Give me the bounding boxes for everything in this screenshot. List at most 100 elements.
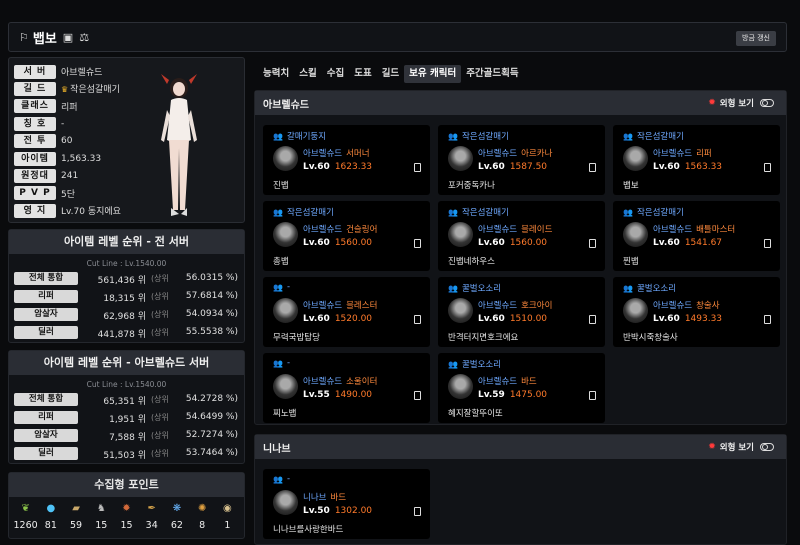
profile-value: 리퍼 bbox=[61, 100, 78, 113]
ranking-percent: 57.6814 %) bbox=[185, 291, 238, 301]
appearance-toggle[interactable]: ✹ 외형 보기 bbox=[708, 441, 774, 453]
tab-5[interactable]: 보유 캐릭터 bbox=[404, 65, 462, 83]
avatar bbox=[448, 146, 473, 171]
collection-item[interactable]: ✒ 34 bbox=[140, 502, 164, 531]
collection-item[interactable]: ◉ 1 bbox=[215, 502, 239, 531]
tab-6[interactable]: 주간골드획득 bbox=[461, 65, 523, 83]
card-server-class: 아브렐슈드 리퍼 bbox=[653, 147, 712, 159]
copy-icon[interactable] bbox=[589, 239, 596, 248]
ranking-value: 51,503 위 bbox=[103, 451, 146, 461]
character-card[interactable]: 👥 꿀벌오소리 아브렐슈드 바드 Lv.59 1475.00 혜지잘할뚜이또 bbox=[438, 353, 605, 423]
collection-item[interactable]: ● 81 bbox=[39, 502, 63, 531]
seed-icon: ❦ bbox=[21, 503, 30, 514]
ranking-label: 딜러 bbox=[14, 326, 78, 339]
card-nickname: 무력국밥탑당 bbox=[273, 333, 320, 343]
card-level: Lv.60 1587.50 bbox=[478, 162, 547, 172]
character-card[interactable]: 👥 꿀벌오소리 아브렐슈드 창술사 Lv.60 1493.33 반박시죽창술사 bbox=[613, 277, 780, 347]
bookmark-icon[interactable]: ⚐ bbox=[19, 31, 29, 44]
card-class: 블레이드 bbox=[521, 225, 553, 235]
card-item-level: 1560.00 bbox=[509, 238, 548, 248]
collection-item[interactable]: ❦ 1260 bbox=[14, 502, 38, 531]
appearance-toggle[interactable]: ✹ 외형 보기 bbox=[708, 97, 774, 109]
copy-icon[interactable] bbox=[764, 315, 771, 324]
guild-name: 꿀벌오소리 bbox=[461, 360, 502, 370]
tab-0[interactable]: 능력치 bbox=[258, 65, 294, 83]
character-card[interactable]: 👥 꿀벌오소리 아브렐슈드 호크아이 Lv.60 1510.00 반격터지면호크에요 bbox=[438, 277, 605, 347]
card-server: 아브렐슈드 bbox=[303, 149, 343, 159]
ranking-unit: (상위 bbox=[151, 310, 169, 319]
ranking-row: 리퍼 1,951 위 (상위 54.6499 %) bbox=[9, 409, 244, 426]
card-item-level: 1623.33 bbox=[334, 162, 373, 172]
collection-item[interactable]: ▰ 59 bbox=[64, 502, 88, 531]
card-nickname: 찐뱁 bbox=[623, 257, 639, 267]
toggle-switch-icon[interactable] bbox=[760, 443, 774, 451]
ranking-row: 리퍼 18,315 위 (상위 57.6814 %) bbox=[9, 288, 244, 305]
copy-icon[interactable] bbox=[414, 507, 421, 516]
avatar bbox=[273, 222, 298, 247]
guild-name: 작은섬갈매기 bbox=[461, 208, 509, 218]
collection-item[interactable]: ✺ 8 bbox=[190, 502, 214, 531]
character-card[interactable]: 👥 - 아브렐슈드 블레스터 Lv.60 1520.00 무력국밥탑당 bbox=[263, 277, 430, 347]
copy-icon[interactable] bbox=[589, 315, 596, 324]
tab-3[interactable]: 도표 bbox=[349, 65, 376, 83]
guild-members-icon: 👥 bbox=[448, 283, 458, 293]
card-server-class: 아브렐슈드 바드 bbox=[478, 375, 537, 387]
guild-name: 작은섬갈매기 bbox=[286, 208, 334, 218]
copy-icon[interactable] bbox=[414, 163, 421, 172]
profile-value: - bbox=[61, 119, 64, 129]
card-level-text: Lv.60 bbox=[478, 162, 505, 172]
profile-value-text: 리퍼 bbox=[61, 102, 78, 113]
avatar bbox=[448, 222, 473, 247]
character-card[interactable]: 👥 작은섬갈매기 아브렐슈드 블레이드 Lv.60 1560.00 진뱁네하우스 bbox=[438, 201, 605, 271]
card-guild: 👥 - bbox=[273, 358, 290, 368]
ranking-unit: (상위 bbox=[151, 431, 169, 440]
card-nickname: 찌노뱁 bbox=[273, 409, 297, 419]
ranking-unit: (상위 bbox=[151, 274, 169, 283]
card-class: 건슬링어 bbox=[346, 225, 378, 235]
collection-item[interactable]: ✹ 15 bbox=[114, 502, 138, 531]
id-card-icon[interactable]: ▣ bbox=[63, 31, 73, 44]
card-server: 아브렐슈드 bbox=[303, 377, 343, 387]
character-card[interactable]: 👥 - 아브렐슈드 소울이터 Lv.55 1490.00 찌노뱁 bbox=[263, 353, 430, 423]
ranking-value: 18,315 위 bbox=[103, 294, 146, 304]
guild-members-icon: 👥 bbox=[273, 358, 283, 368]
copy-icon[interactable] bbox=[589, 163, 596, 172]
ranking-row: 딜러 441,878 위 (상위 55.5538 %) bbox=[9, 324, 244, 341]
profile-value: ♛ 작은섬갈매기 bbox=[61, 82, 120, 95]
character-card[interactable]: 👥 작은섬갈매기 아브렐슈드 건슬링어 Lv.60 1560.00 총뱁 bbox=[263, 201, 430, 271]
character-card[interactable]: 👥 - 니나브 바드 Lv.50 1302.00 니나브를사랑한바드 bbox=[263, 469, 430, 539]
copy-icon[interactable] bbox=[764, 163, 771, 172]
character-card[interactable]: 👥 작은섬갈매기 아브렐슈드 배틀마스터 Lv.60 1541.67 찐뱁 bbox=[613, 201, 780, 271]
card-guild: 👥 작은섬갈매기 bbox=[623, 130, 684, 143]
copy-icon[interactable] bbox=[414, 239, 421, 248]
card-class: 블레스터 bbox=[346, 301, 378, 311]
ranking-label: 리퍼 bbox=[14, 411, 78, 424]
refresh-button[interactable]: 방금 갱신 bbox=[736, 31, 776, 46]
tab-1[interactable]: 스킬 bbox=[294, 65, 321, 83]
copy-icon[interactable] bbox=[414, 391, 421, 400]
toggle-switch-icon[interactable] bbox=[760, 99, 774, 107]
copy-icon[interactable] bbox=[414, 315, 421, 324]
ranking-value: 1,951 위 bbox=[109, 415, 146, 425]
card-server: 아브렐슈드 bbox=[478, 149, 518, 159]
scale-icon[interactable]: ⚖ bbox=[79, 31, 89, 44]
card-guild: 👥 작은섬갈매기 bbox=[273, 206, 334, 219]
guild-name: - bbox=[286, 282, 291, 292]
adventure-icon: ✒ bbox=[147, 503, 156, 514]
collection-item[interactable]: ♞ 15 bbox=[89, 502, 113, 531]
copy-icon[interactable] bbox=[764, 239, 771, 248]
ranking-server-title: 아이템 레벨 순위 - 아브렐슈드 서버 bbox=[9, 351, 244, 375]
header-bar: ⚐ 뱁보 ▣ ⚖ 방금 갱신 bbox=[8, 22, 787, 52]
tab-4[interactable]: 길드 bbox=[377, 65, 404, 83]
card-server-class: 아브렐슈드 소울이터 bbox=[303, 375, 377, 387]
character-card[interactable]: 👥 작은섬갈매기 아브렐슈드 리퍼 Lv.60 1563.33 뱁보 bbox=[613, 125, 780, 195]
collection-count: 15 bbox=[95, 520, 108, 531]
character-card[interactable]: 👥 작은섬갈매기 아브렐슈드 아르카나 Lv.60 1587.50 포커중독카나 bbox=[438, 125, 605, 195]
tab-2[interactable]: 수집 bbox=[322, 65, 349, 83]
collection-item[interactable]: ❋ 62 bbox=[165, 502, 189, 531]
card-server-class: 아브렐슈드 창술사 bbox=[653, 299, 720, 311]
ranking-label: 전체 통합 bbox=[14, 272, 78, 285]
character-card[interactable]: 👥 갈매기둥지 아브렐슈드 서머너 Lv.60 1623.33 진뱁 bbox=[263, 125, 430, 195]
profile-row: 클래스 리퍼 bbox=[14, 99, 78, 114]
copy-icon[interactable] bbox=[589, 391, 596, 400]
